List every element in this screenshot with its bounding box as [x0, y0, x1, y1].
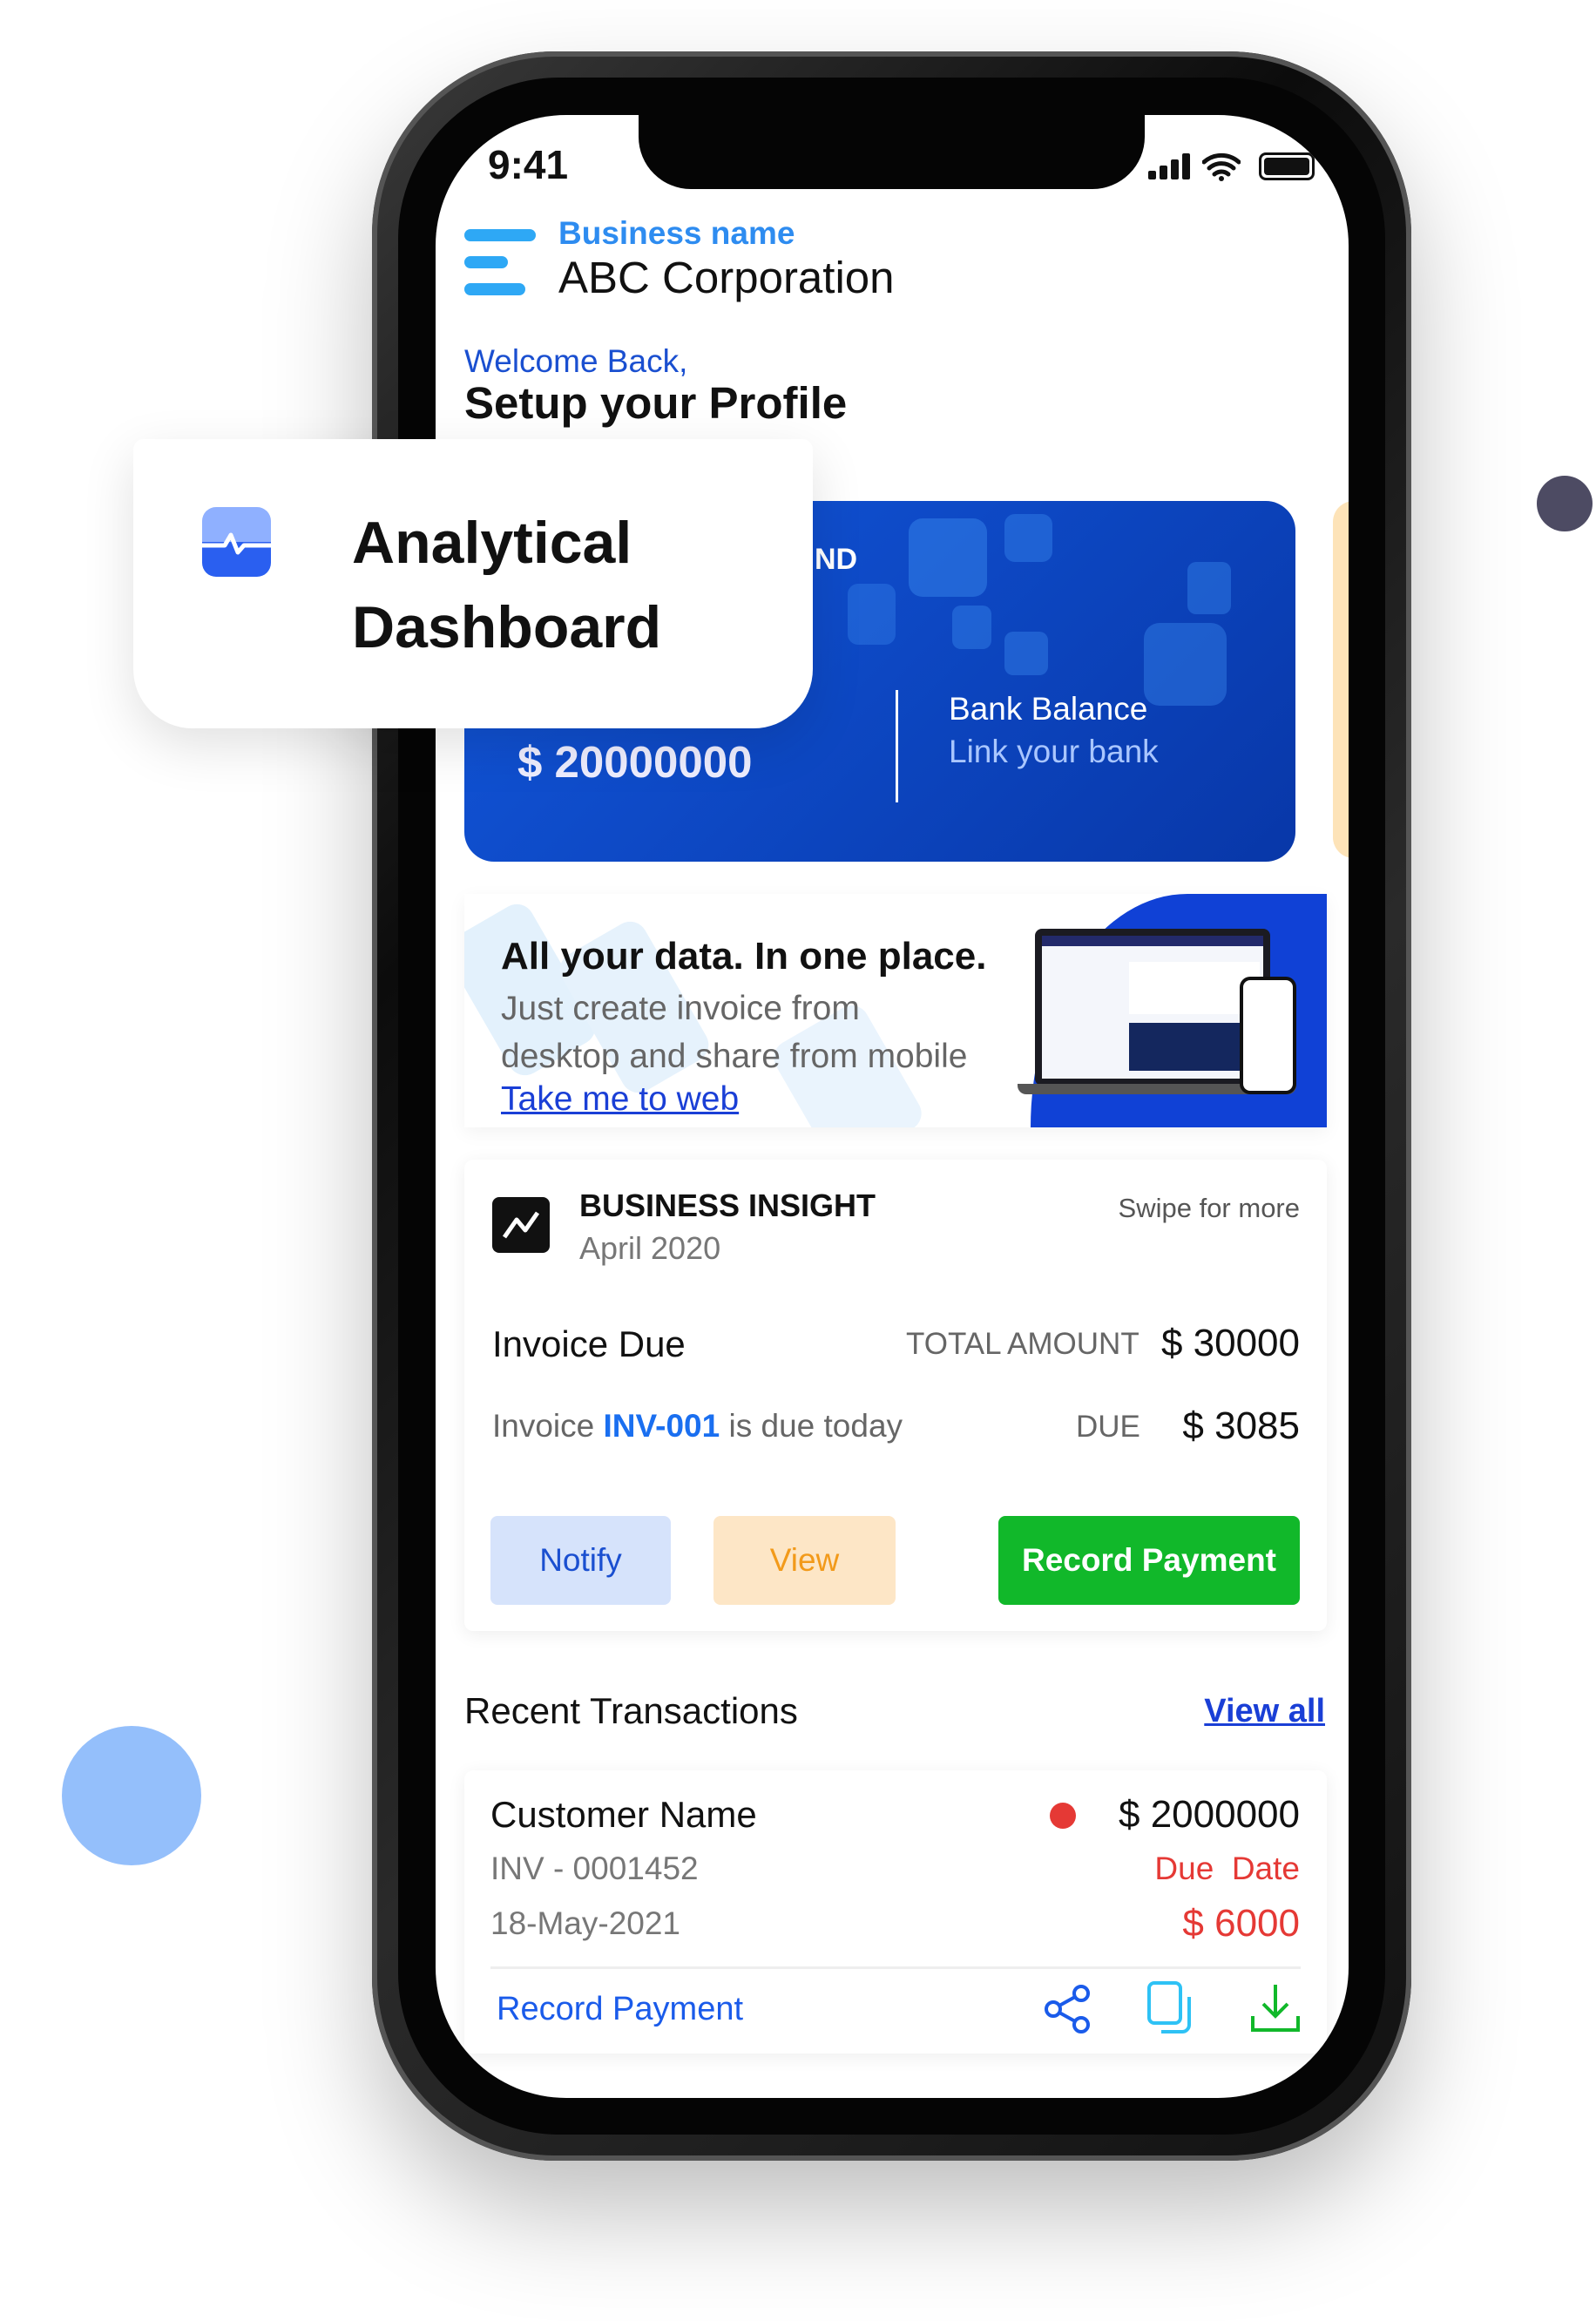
invoice-due-text: Invoice INV-001 is due today	[492, 1407, 903, 1445]
signal-icon	[1148, 153, 1192, 179]
view-button[interactable]: View	[713, 1516, 896, 1605]
take-me-to-web-link[interactable]: Take me to web	[501, 1079, 739, 1120]
transaction-divider	[490, 1966, 1301, 1969]
laptop-mockup	[1035, 929, 1270, 1086]
cash-amount: $ 20000000	[517, 737, 753, 787]
view-all-link[interactable]: View all	[1204, 1692, 1325, 1732]
due-suffix: is due today	[728, 1408, 903, 1444]
notch	[639, 115, 1145, 189]
invoice-due-label: Invoice Due	[492, 1323, 686, 1364]
popup-title-line-2: Dashboard	[352, 594, 662, 660]
popup-title-line-1: Analytical	[352, 510, 632, 576]
menu-icon[interactable]	[464, 229, 536, 295]
analytical-dashboard-popup	[133, 439, 813, 728]
insight-period: April 2020	[579, 1230, 721, 1266]
card-divider	[896, 690, 898, 802]
welcome-text: Welcome Back,	[464, 343, 688, 379]
transaction-amount: $ 2000000	[1119, 1793, 1300, 1836]
phone-mockup	[1240, 977, 1296, 1094]
due-amount: $ 6000	[1182, 1902, 1300, 1945]
due-prefix: Invoice	[492, 1408, 595, 1444]
notify-button[interactable]: Notify	[490, 1516, 671, 1605]
balance-partial-label: ND	[815, 543, 858, 576]
invoice-id-link[interactable]: INV-001	[604, 1408, 720, 1444]
due-label: DUE	[1076, 1410, 1140, 1444]
phone-screen: 9:41 Business name ABC Corporation Welco…	[436, 115, 1349, 2098]
due-value: $ 3085	[1182, 1404, 1300, 1447]
promo-title: All your data. In one place.	[501, 935, 987, 978]
download-icon[interactable]	[1249, 1981, 1302, 2035]
customer-name: Customer Name	[490, 1794, 757, 1835]
total-amount-value: $ 30000	[1160, 1322, 1300, 1364]
setup-profile-link[interactable]: Setup your Profile	[464, 376, 847, 430]
business-name-label: Business name	[558, 215, 795, 251]
invoice-number: INV - 0001452	[490, 1851, 699, 1886]
battery-icon	[1259, 152, 1315, 180]
status-time: 9:41	[488, 142, 569, 187]
share-icon[interactable]	[1041, 1983, 1093, 2035]
promo-line-2: desktop and share from mobile	[501, 1038, 968, 1075]
record-payment-button[interactable]: Record Payment	[998, 1516, 1300, 1605]
trend-icon	[492, 1197, 550, 1253]
copy-icon[interactable]	[1144, 1979, 1196, 2037]
recent-transactions-title: Recent Transactions	[464, 1690, 798, 1731]
bank-balance-label: Bank Balance	[949, 691, 1148, 727]
pulse-icon	[202, 507, 271, 577]
status-dot	[1050, 1803, 1076, 1829]
transaction-date: 18-May-2021	[490, 1905, 681, 1941]
decor-gray-dot	[1537, 476, 1593, 531]
insight-title: BUSINESS INSIGHT	[579, 1188, 876, 1223]
decor-blue-dot	[62, 1726, 201, 1865]
link-bank-link[interactable]: Link your bank	[949, 733, 1159, 771]
promo-line-1: Just create invoice from	[501, 990, 860, 1027]
due-date-label: Due Date	[1154, 1851, 1300, 1886]
swipe-hint: Swipe for more	[1118, 1193, 1300, 1223]
total-amount-label: TOTAL AMOUNT	[906, 1327, 1140, 1361]
business-name[interactable]: ABC Corporation	[558, 251, 895, 304]
transaction-record-payment-link[interactable]: Record Payment	[497, 1990, 743, 2030]
wifi-icon	[1202, 152, 1241, 181]
next-card-peek[interactable]	[1333, 501, 1349, 858]
